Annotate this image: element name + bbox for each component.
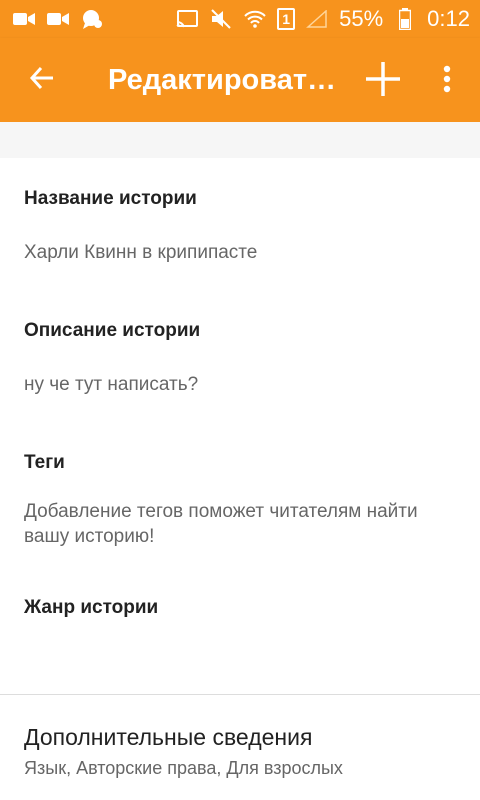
story-title-field[interactable]: Харли Квинн в крипипасте [24,240,444,265]
top-band [0,122,480,158]
arrow-left-icon [29,65,55,96]
more-options-button[interactable] [432,60,462,102]
status-left-icons [12,8,104,30]
status-right-icons: 1 55% 0:12 [175,6,470,32]
video-camera-icon [12,8,36,30]
description-field[interactable]: ну че тут написать? [24,372,444,397]
tags-label: Теги [24,452,65,473]
signal-icon [305,8,329,30]
story-title-label: Название истории [24,188,197,209]
additional-info-title: Дополнительные сведения [24,724,313,750]
app-bar: Редактироват… [0,38,480,122]
battery-icon [393,8,417,30]
additional-info-subtitle: Язык, Авторские права, Для взрослых [24,758,343,778]
page-title: Редактироват… [108,64,337,96]
genre-label[interactable]: Жанр истории [24,596,158,620]
back-button[interactable] [22,60,62,100]
chat-bubble-icon [80,8,104,30]
more-vert-icon [443,65,451,98]
description-label: Описание истории [24,320,201,341]
clock: 0:12 [427,6,470,31]
battery-percent: 55% [339,6,384,31]
status-bar: 1 55% 0:12 [0,0,480,38]
wifi-icon [243,8,267,30]
plus-icon [365,61,401,102]
video-camera-icon [46,8,70,30]
tags-field[interactable]: Добавление тегов поможет читателям найти… [24,499,444,549]
additional-info-section[interactable]: Дополнительные сведения Язык, Авторские … [0,695,480,800]
add-button[interactable] [362,60,404,102]
mute-icon [209,8,233,30]
sim-badge: 1 [277,8,296,30]
cast-icon [175,8,199,30]
